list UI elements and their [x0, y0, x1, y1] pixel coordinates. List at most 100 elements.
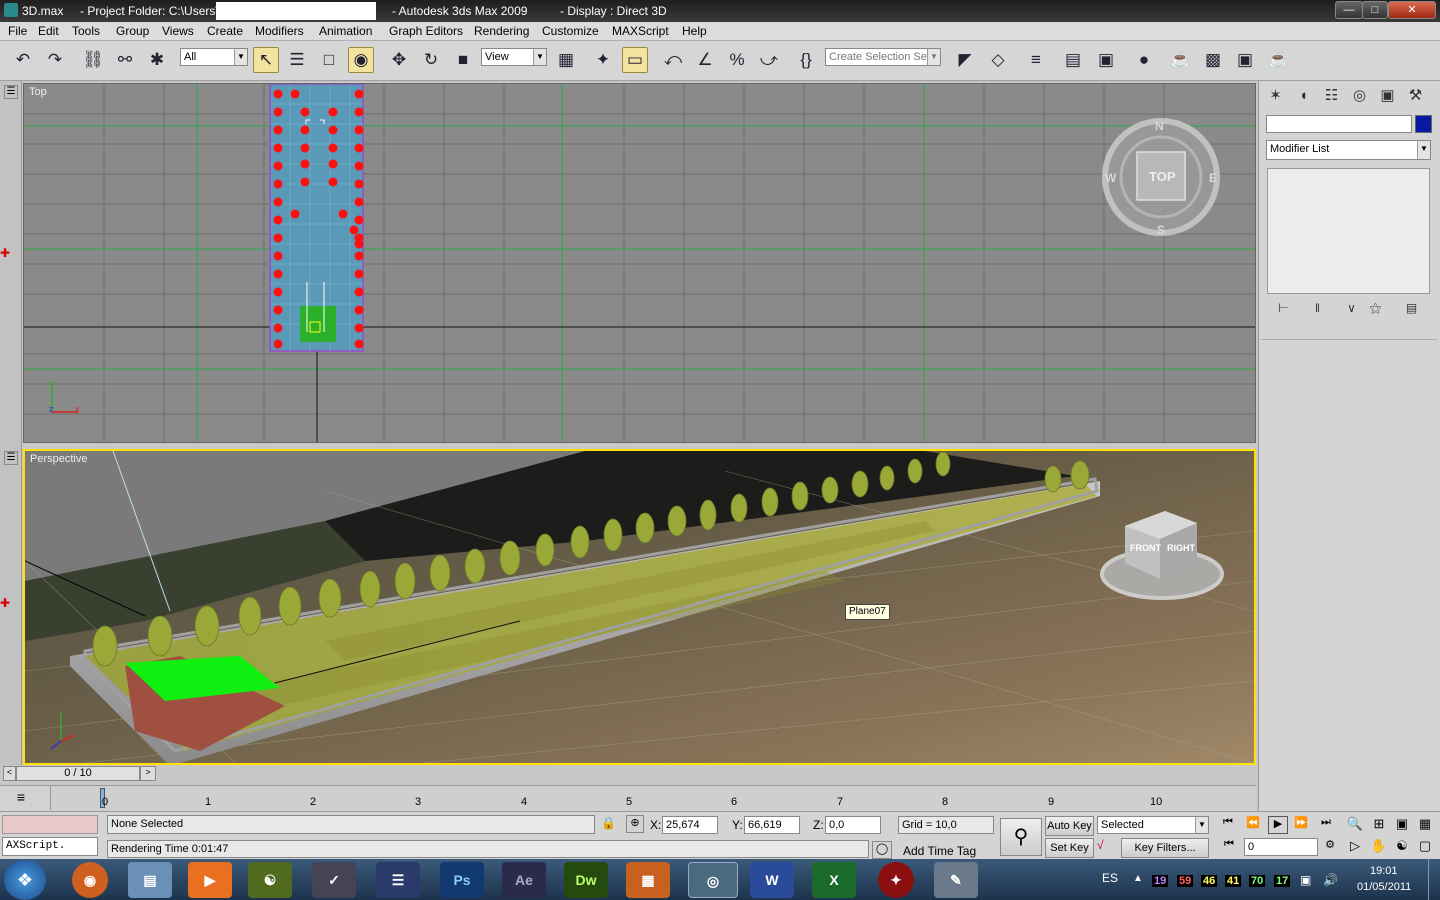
zoom-all-icon[interactable]: ⊞	[1370, 816, 1388, 834]
create-tab-icon[interactable]: ✶	[1263, 85, 1288, 109]
clock-date[interactable]: 01/05/2011	[1357, 881, 1411, 893]
open-mini-curve-editor-icon[interactable]: ≡	[8, 789, 34, 807]
align-icon[interactable]: ◇	[985, 47, 1011, 73]
menu-tools[interactable]: Tools	[72, 24, 100, 38]
app-icon[interactable]: ☰	[376, 862, 420, 898]
make-unique-icon[interactable]: ∨	[1339, 297, 1364, 321]
angle-snap-icon[interactable]: ∠	[692, 47, 718, 73]
key-mode-toggle-icon[interactable]: ⏮	[1219, 838, 1239, 856]
app-icon[interactable]: ✓	[312, 862, 356, 898]
viewport-perspective[interactable]: Perspective FRONT RIGHT Plane07	[23, 449, 1256, 765]
current-frame-field[interactable]: 0	[1244, 838, 1318, 856]
keyboard-shortcut-override-icon[interactable]: ▭	[622, 47, 648, 73]
media-player-icon[interactable]: ▶	[188, 862, 232, 898]
app-icon[interactable]: ▦	[626, 862, 670, 898]
viewport-top[interactable]: Top N S E W TOP y x z	[23, 83, 1256, 443]
quick-render-icon[interactable]: ☕	[1266, 47, 1292, 73]
maxscript-listener-pink[interactable]	[2, 815, 98, 834]
time-slider-thumb[interactable]: 0 / 10	[16, 766, 140, 781]
field-of-view-icon[interactable]: ▷	[1346, 838, 1364, 856]
schematic-view-icon[interactable]: ▣	[1093, 47, 1119, 73]
volume-icon[interactable]: 🔊	[1323, 873, 1338, 887]
selection-filter-dropdown[interactable]: All ▼	[180, 48, 248, 66]
go-to-end-icon[interactable]: ⏭	[1316, 816, 1336, 834]
set-key-icon[interactable]: ⚲	[1000, 818, 1042, 856]
menu-maxscript[interactable]: MAXScript	[612, 24, 669, 38]
modify-tab-icon[interactable]: ◖	[1291, 85, 1316, 109]
app-icon[interactable]: ☯	[248, 862, 292, 898]
viewcube-front-face[interactable]: FRONT	[1130, 543, 1161, 553]
curve-editor-icon[interactable]: ▤	[1060, 47, 1086, 73]
utilities-tab-icon[interactable]: ⚒	[1403, 85, 1428, 109]
bind-space-warp-icon[interactable]: ✱	[144, 47, 170, 73]
language-indicator[interactable]: ES	[1102, 871, 1118, 885]
render-setup-icon[interactable]: ☕	[1168, 47, 1194, 73]
clock-time[interactable]: 19:01	[1370, 865, 1398, 877]
select-and-link-icon[interactable]: ⛓	[80, 47, 106, 73]
edit-named-selection-icon[interactable]: {}	[793, 47, 819, 73]
select-by-name-icon[interactable]: ☰	[284, 47, 310, 73]
add-time-tag-label[interactable]: Add Time Tag	[903, 844, 976, 858]
y-coord-field[interactable]: 66,619	[744, 816, 800, 834]
snaps-toggle-icon[interactable]: ⤺	[660, 47, 686, 73]
track-ruler[interactable]: 0 1 2 3 4 5 6 7 8 9 10	[50, 786, 1256, 810]
excel-icon[interactable]: X	[812, 862, 856, 898]
layer-manager-icon[interactable]: ≡	[1023, 47, 1049, 73]
modifier-stack[interactable]	[1267, 168, 1430, 294]
maximize-button[interactable]: □	[1362, 1, 1388, 19]
minimize-button[interactable]: —	[1335, 1, 1363, 19]
next-frame-icon[interactable]: ⏩	[1291, 816, 1311, 834]
absolute-mode-icon[interactable]: ⊕	[626, 815, 644, 833]
select-object-icon[interactable]: ↖	[253, 47, 279, 73]
object-name-field[interactable]	[1266, 115, 1412, 133]
reference-coordinate-dropdown[interactable]: View ▼	[481, 48, 547, 66]
app-icon[interactable]: ✦	[878, 862, 914, 898]
explorer-icon[interactable]: ▤	[128, 862, 172, 898]
object-color-swatch[interactable]	[1415, 115, 1432, 133]
menu-views[interactable]: Views	[162, 24, 194, 38]
previous-frame-icon[interactable]: ⏪	[1243, 816, 1263, 834]
pivot-center-icon[interactable]: ▦	[553, 47, 579, 73]
show-desktop-button[interactable]	[1428, 859, 1440, 900]
viewport-menu-icon[interactable]: ☰	[4, 451, 18, 465]
go-to-start-icon[interactable]: ⏮	[1218, 816, 1238, 834]
zoom-extents-icon[interactable]: ▣	[1393, 816, 1411, 834]
orbit-icon[interactable]: ☯	[1393, 838, 1411, 856]
select-and-scale-icon[interactable]: ■	[450, 47, 476, 73]
viewcube-right-face[interactable]: RIGHT	[1167, 543, 1195, 553]
menu-rendering[interactable]: Rendering	[474, 24, 529, 38]
tray-expand-icon[interactable]: ▲	[1133, 873, 1143, 884]
dreamweaver-icon[interactable]: Dw	[564, 862, 608, 898]
material-editor-icon[interactable]: ●	[1131, 47, 1157, 73]
undo-icon[interactable]: ↶	[10, 47, 36, 73]
x-coord-field[interactable]: 25,674	[662, 816, 718, 834]
motion-tab-icon[interactable]: ◎	[1347, 85, 1372, 109]
time-configuration-icon[interactable]: ⚙	[1321, 838, 1339, 856]
firefox-icon[interactable]: ◉	[72, 862, 108, 898]
z-coord-field[interactable]: 0,0	[825, 816, 881, 834]
3dsmax-taskbar-icon[interactable]: ◎	[688, 862, 738, 898]
zoom-icon[interactable]: 🔍	[1346, 816, 1364, 834]
viewcube-top-face[interactable]: TOP	[1149, 169, 1176, 184]
default-tangent-icon[interactable]: √	[1097, 838, 1117, 858]
menu-help[interactable]: Help	[682, 24, 707, 38]
word-icon[interactable]: W	[750, 862, 794, 898]
mirror-icon[interactable]: ◤	[952, 47, 978, 73]
close-button[interactable]: ✕	[1388, 1, 1436, 19]
maximize-viewport-icon[interactable]: ▢	[1416, 838, 1434, 856]
menu-modifiers[interactable]: Modifiers	[255, 24, 304, 38]
zoom-extents-all-icon[interactable]: ▦	[1416, 816, 1434, 834]
paint-icon[interactable]: ✎	[934, 862, 978, 898]
rendered-frame-window-icon[interactable]: ▩	[1200, 47, 1226, 73]
unlink-icon[interactable]: ⚯	[112, 47, 138, 73]
menu-file[interactable]: File	[8, 24, 27, 38]
menu-customize[interactable]: Customize	[542, 24, 599, 38]
menu-edit[interactable]: Edit	[38, 24, 59, 38]
rectangular-selection-icon[interactable]: □	[316, 47, 342, 73]
menu-create[interactable]: Create	[207, 24, 243, 38]
show-end-result-icon[interactable]: ‖	[1305, 297, 1330, 321]
modifier-list-dropdown[interactable]: Modifier List ▼	[1266, 140, 1431, 160]
viewport-label-perspective[interactable]: Perspective	[30, 453, 87, 465]
menu-graph-editors[interactable]: Graph Editors	[389, 24, 463, 38]
key-mode-dropdown[interactable]: Selected ▼	[1097, 816, 1209, 834]
